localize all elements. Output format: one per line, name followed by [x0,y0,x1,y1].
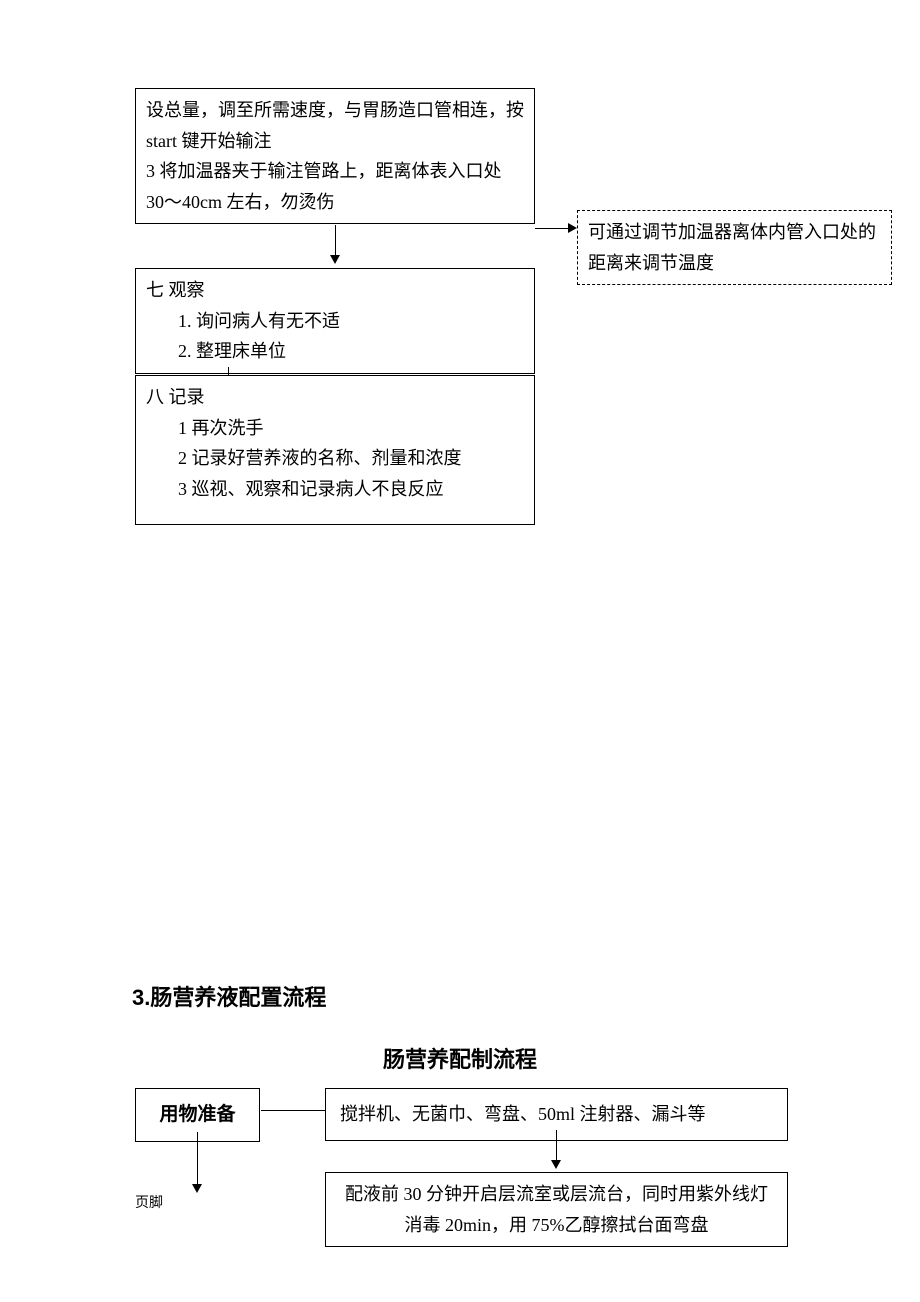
box-eight-title: 八 记录 [146,382,524,413]
box-top-line2: start 键开始输注 [146,126,524,157]
prep-step2-box: 配液前 30 分钟开启层流室或层流台，同时用紫外线灯 消毒 20min，用 75… [325,1172,788,1247]
connector-to-note [535,228,568,229]
box-seven-item2: 2. 整理床单位 [146,336,524,367]
box-top-line4: 30～40cm 左右，勿烫伤 [146,187,524,218]
arrow-right-head [568,223,577,233]
prep-right-text: 搅拌机、无菌巾、弯盘、50ml 注射器、漏斗等 [340,1104,706,1124]
box-seven-title: 七 观察 [146,275,524,306]
box-seven-item1: 1. 询问病人有无不适 [146,306,524,337]
connector-prep [261,1110,325,1111]
box-eight-item2: 2 记录好营养液的名称、剂量和浓度 [146,443,524,474]
box-seven: 七 观察 1. 询问病人有无不适 2. 整理床单位 [135,268,535,374]
box-eight-item3: 3 巡视、观察和记录病人不良反应 [146,474,524,505]
prep-step2-line1: 配液前 30 分钟开启层流室或层流台，同时用紫外线灯 [336,1179,777,1210]
section3-heading: 3.肠营养液配置流程 [132,980,326,1012]
box-top-line1: 设总量，调至所需速度，与胃肠造口管相连，按 [146,95,524,126]
box-eight: 八 记录 1 再次洗手 2 记录好营养液的名称、剂量和浓度 3 巡视、观察和记录… [135,375,535,525]
box-top: 设总量，调至所需速度，与胃肠造口管相连，按 start 键开始输注 3 将加温器… [135,88,535,224]
side-note-line2: 距离来调节温度 [588,248,881,279]
side-note-line1: 可通过调节加温器离体内管入口处的 [588,217,881,248]
subheading: 肠营养配制流程 [132,1042,788,1074]
box-eight-item1: 1 再次洗手 [146,413,524,444]
box-top-line3: 3 将加温器夹于输注管路上，距离体表入口处 [146,156,524,187]
side-note: 可通过调节加温器离体内管入口处的 距离来调节温度 [577,210,892,285]
prep-step2-line2: 消毒 20min，用 75%乙醇擦拭台面弯盘 [336,1210,777,1241]
footer-text: 页脚 [135,1192,163,1212]
